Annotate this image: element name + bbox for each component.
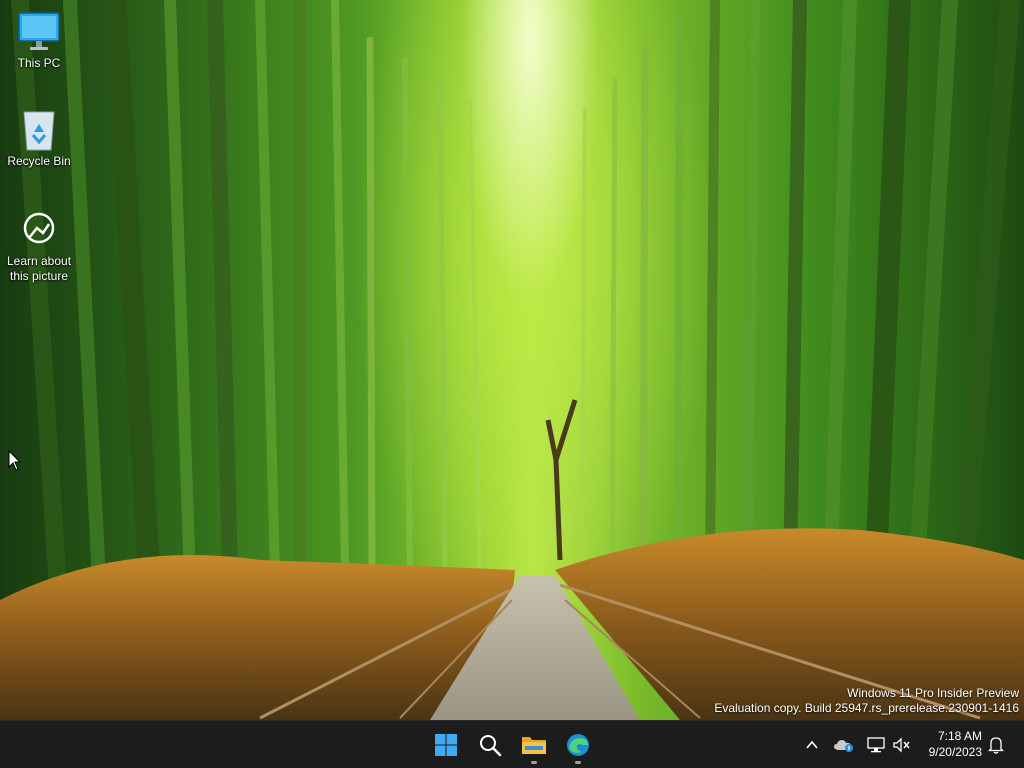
notifications-button[interactable] — [984, 733, 1008, 757]
onedrive-tray-button[interactable] — [832, 733, 856, 757]
windows-start-icon — [435, 734, 457, 756]
watermark-line-2: Evaluation copy. Build 25947.rs_prerelea… — [714, 701, 1019, 715]
desktop-icon-label-line-1: Learn about — [6, 254, 72, 268]
clock-time: 7:18 AM — [937, 729, 982, 743]
wallpaper-bamboo-scene — [0, 0, 1024, 720]
desktop-icon-label: Recycle Bin — [7, 154, 71, 168]
taskbar: 7:18 AM 9/20/2023 — [0, 720, 1024, 768]
taskbar-clock[interactable]: 7:18 AM 9/20/2023 — [912, 728, 982, 760]
network-tray-button[interactable] — [864, 733, 888, 757]
notification-bell-icon — [988, 737, 1004, 754]
start-button[interactable] — [426, 725, 466, 765]
computer-monitor-icon — [17, 10, 61, 54]
edge-icon — [567, 734, 589, 756]
mouse-pointer-icon — [8, 450, 22, 471]
evaluation-watermark: Windows 11 Pro Insider Preview Evaluatio… — [714, 686, 1019, 716]
edge-button[interactable] — [558, 725, 598, 765]
file-explorer-button[interactable] — [514, 725, 554, 765]
search-icon — [480, 735, 502, 757]
clock-date: 9/20/2023 — [928, 745, 982, 759]
volume-muted-icon — [893, 737, 910, 753]
desktop-icon-this-pc[interactable]: This PC — [2, 10, 76, 71]
running-indicator — [531, 761, 537, 764]
show-hidden-icons-button[interactable] — [800, 733, 824, 757]
desktop-icon-label: This PC — [17, 56, 61, 70]
onedrive-icon — [834, 740, 853, 752]
network-icon — [867, 737, 885, 753]
learn-about-picture-icon — [17, 208, 61, 252]
desktop-icon-learn-about-picture[interactable]: Learn about this picture — [2, 208, 76, 284]
volume-tray-button[interactable] — [890, 733, 914, 757]
desktop-icon-label-line-2: this picture — [9, 269, 69, 283]
running-indicator — [575, 761, 581, 764]
desktop-icon-recycle-bin[interactable]: Recycle Bin — [2, 108, 76, 169]
chevron-up-icon — [806, 740, 818, 749]
file-explorer-icon — [522, 737, 546, 754]
watermark-line-1: Windows 11 Pro Insider Preview — [847, 686, 1019, 700]
recycle-bin-icon — [17, 108, 61, 152]
desktop-wallpaper[interactable]: This PC Recycle Bin Learn about this pic… — [0, 0, 1024, 720]
search-button[interactable] — [470, 725, 510, 765]
